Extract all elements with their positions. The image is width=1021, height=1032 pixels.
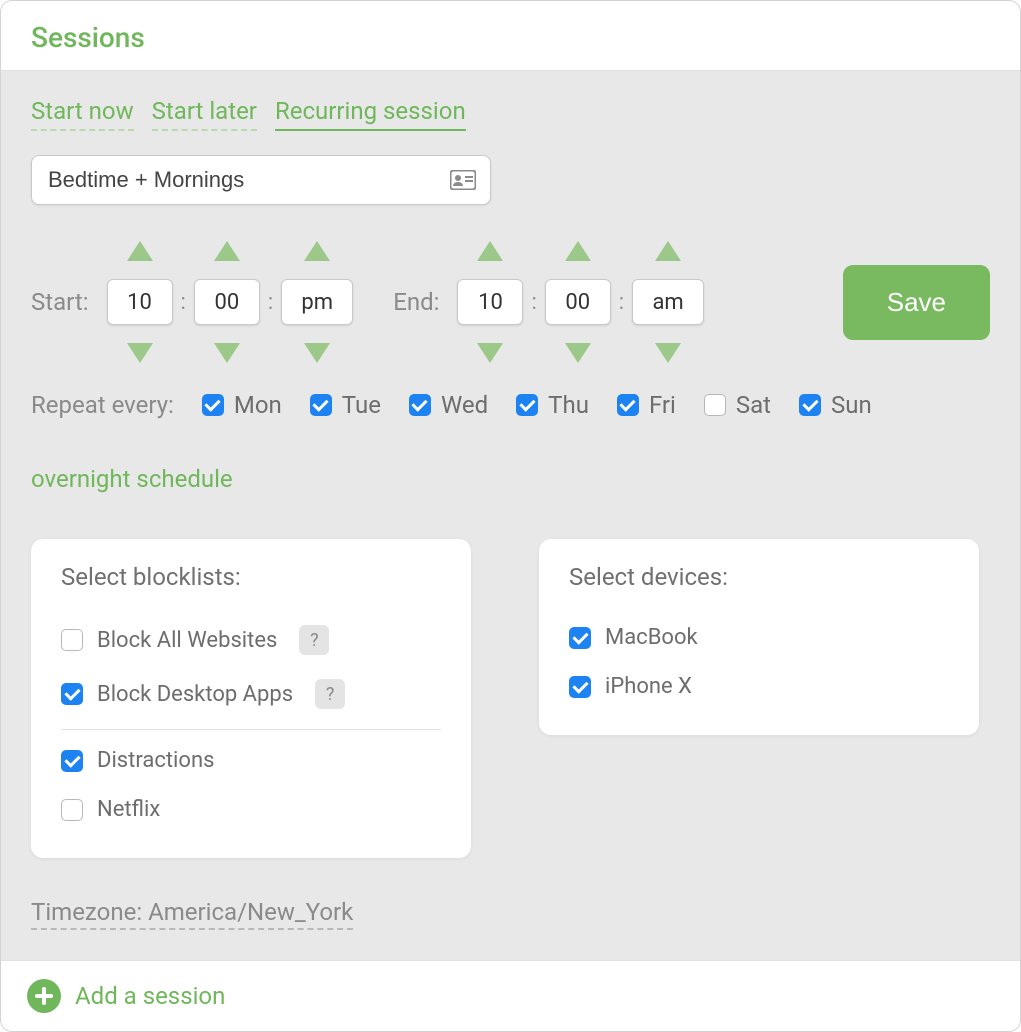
checkbox-tue[interactable] — [310, 394, 332, 416]
help-icon[interactable]: ? — [315, 679, 345, 709]
day-sun[interactable]: Sun — [799, 391, 872, 419]
start-time-group: Start: 10 : 00 : pm — [31, 241, 353, 363]
start-min-input[interactable]: 00 — [194, 279, 260, 325]
selection-cards: Select blocklists: Block All Websites ? … — [31, 539, 990, 858]
session-type-tabs: Start now Start later Recurring session — [31, 97, 990, 131]
start-ampm-input[interactable]: pm — [281, 279, 353, 325]
start-min-down-icon[interactable] — [214, 343, 240, 363]
blocklists-title: Select blocklists: — [61, 563, 441, 591]
session-name-input[interactable] — [46, 166, 450, 194]
devices-title: Select devices: — [569, 563, 949, 591]
end-hour-up-icon[interactable] — [477, 241, 503, 261]
save-button[interactable]: Save — [843, 265, 990, 340]
device-iphone[interactable]: iPhone X — [569, 662, 949, 711]
checkbox-thu[interactable] — [516, 394, 538, 416]
end-ampm-down-icon[interactable] — [655, 343, 681, 363]
tab-recurring-session[interactable]: Recurring session — [275, 97, 466, 131]
end-min-input[interactable]: 00 — [545, 279, 611, 325]
start-ampm-down-icon[interactable] — [304, 343, 330, 363]
end-ampm-input[interactable]: am — [632, 279, 704, 325]
start-label: Start: — [31, 288, 89, 316]
end-min-down-icon[interactable] — [565, 343, 591, 363]
tab-start-now[interactable]: Start now — [31, 97, 134, 131]
end-min-up-icon[interactable] — [565, 241, 591, 261]
end-time-group: End: 10 : 00 : am — [393, 241, 704, 363]
devices-card: Select devices: MacBook iPhone X — [539, 539, 979, 735]
divider — [61, 729, 441, 730]
day-tue[interactable]: Tue — [310, 391, 381, 419]
end-ampm-up-icon[interactable] — [655, 241, 681, 261]
start-hour-up-icon[interactable] — [127, 241, 153, 261]
repeat-row: Repeat every: Mon Tue Wed Thu Fri Sat Su… — [31, 391, 990, 419]
contact-card-icon[interactable] — [450, 170, 476, 190]
blocklist-netflix[interactable]: Netflix — [61, 785, 441, 834]
end-hour-down-icon[interactable] — [477, 343, 503, 363]
checkbox-mon[interactable] — [202, 394, 224, 416]
overnight-note: overnight schedule — [31, 465, 990, 493]
timezone-link[interactable]: Timezone: America/New_York — [31, 898, 353, 930]
start-hour-down-icon[interactable] — [127, 343, 153, 363]
day-wed[interactable]: Wed — [409, 391, 488, 419]
checkbox-macbook[interactable] — [569, 627, 591, 649]
sessions-window: Sessions Start now Start later Recurring… — [0, 0, 1021, 1032]
checkbox-netflix[interactable] — [61, 799, 83, 821]
checkbox-all-websites[interactable] — [61, 629, 83, 651]
checkbox-sun[interactable] — [799, 394, 821, 416]
checkbox-distractions[interactable] — [61, 750, 83, 772]
help-icon[interactable]: ? — [299, 625, 329, 655]
day-mon[interactable]: Mon — [202, 391, 282, 419]
editor-content: Start now Start later Recurring session … — [1, 71, 1020, 960]
time-row: Start: 10 : 00 : pm — [31, 241, 990, 363]
add-session-button[interactable]: Add a session — [75, 982, 225, 1010]
panel-title: Sessions — [31, 21, 990, 54]
checkbox-wed[interactable] — [409, 394, 431, 416]
checkbox-iphone[interactable] — [569, 676, 591, 698]
blocklists-card: Select blocklists: Block All Websites ? … — [31, 539, 471, 858]
device-macbook[interactable]: MacBook — [569, 613, 949, 662]
blocklist-desktop-apps[interactable]: Block Desktop Apps ? — [61, 667, 441, 721]
end-hour-input[interactable]: 10 — [457, 279, 523, 325]
day-thu[interactable]: Thu — [516, 391, 589, 419]
tab-start-later[interactable]: Start later — [152, 97, 257, 131]
start-ampm-up-icon[interactable] — [304, 241, 330, 261]
header: Sessions — [1, 1, 1020, 71]
day-sat[interactable]: Sat — [704, 391, 771, 419]
footer: Add a session — [1, 960, 1020, 1031]
plus-icon[interactable] — [27, 979, 61, 1013]
blocklist-distractions[interactable]: Distractions — [61, 736, 441, 785]
repeat-label: Repeat every: — [31, 391, 174, 419]
end-label: End: — [393, 288, 439, 316]
start-min-up-icon[interactable] — [214, 241, 240, 261]
session-name-field-wrap[interactable] — [31, 155, 491, 205]
checkbox-fri[interactable] — [617, 394, 639, 416]
checkbox-desktop-apps[interactable] — [61, 683, 83, 705]
checkbox-sat[interactable] — [704, 394, 726, 416]
day-fri[interactable]: Fri — [617, 391, 676, 419]
blocklist-all-websites[interactable]: Block All Websites ? — [61, 613, 441, 667]
start-hour-input[interactable]: 10 — [107, 279, 173, 325]
